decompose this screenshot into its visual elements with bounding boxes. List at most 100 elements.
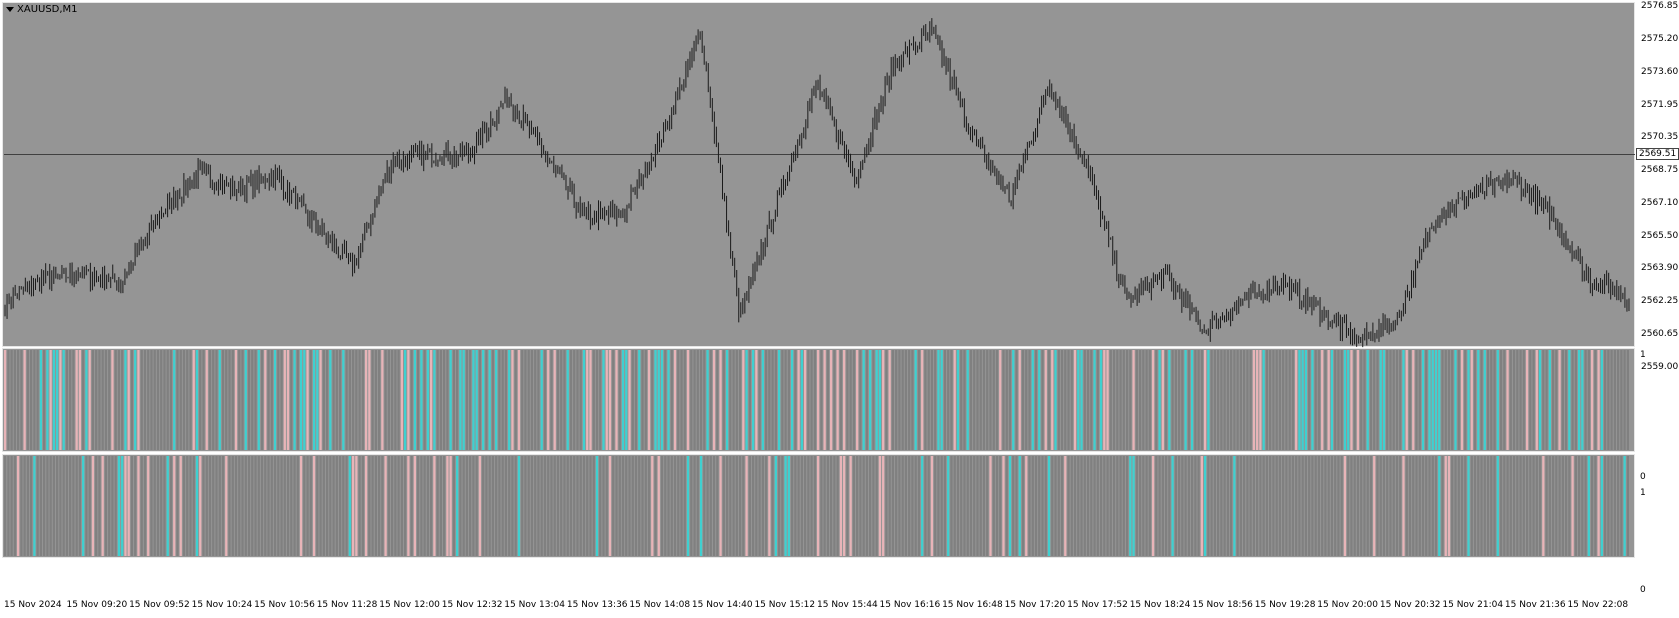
indicator-bar [517,456,521,556]
indicator-bar [59,456,62,556]
symbol-header[interactable]: XAUUSD,M1 [6,4,78,15]
indicator-bar [566,456,569,556]
indicator-bar [1304,350,1308,450]
indicator-bar [641,456,644,556]
indicator-bar [1532,350,1535,450]
indicator-bar [882,350,885,450]
indicator-bar [852,350,856,450]
indicator-bar [1015,350,1018,450]
indicator-bar [758,456,761,556]
indicator-bar [26,456,30,556]
indicator-bar [407,456,410,556]
indicator-bar [108,350,111,450]
indicator-bar [1103,456,1106,556]
indicator-bar [820,350,823,450]
indicator-bar [800,350,803,450]
indicator-bar [225,350,228,450]
indicator-bar [1282,456,1285,556]
indicator-bar [563,350,566,450]
time-tick-label: 15 Nov 20:00 [1317,600,1378,610]
time-tick-label: 15 Nov 16:16 [879,600,941,610]
indicator-bar [1051,350,1054,450]
indicator-bar [1363,456,1366,556]
indicator-bar [39,456,43,556]
chevron-down-icon[interactable] [6,7,14,12]
indicator-bar [1490,456,1493,556]
indicator-bar [1408,456,1412,556]
indicator-bar [556,456,560,556]
indicator-bar [924,350,927,450]
indicator-bar [88,456,91,556]
indicator-bar [1148,350,1151,450]
indicator-bar [1477,350,1480,450]
indicator-2-bars [4,456,1629,556]
indicator-bar [979,350,982,450]
indicator-bar [1308,456,1311,556]
indicator-bar [901,456,904,556]
indicator-bar [631,456,634,556]
indicator-bar [20,456,23,556]
indicator-bar [576,350,579,450]
indicator-bar [1203,456,1207,556]
indicator-bar [1405,456,1408,556]
indicator-bar [1382,350,1386,450]
indicator-bar [979,456,982,556]
indicator-bar [641,350,644,450]
chart-window[interactable]: XAUUSD,M1 2576.85 2575.20 2573.60 2571.95 25… [0,0,1679,618]
indicator-bar [950,456,953,556]
indicator-bar [1460,350,1464,450]
indicator-bar [621,350,625,450]
indicator-bar [738,456,742,556]
indicator-bar [1064,350,1067,450]
indicator-bar [459,350,462,450]
indicator-bar [1220,456,1223,556]
indicator-bar [1099,350,1103,450]
indicator-bar [693,350,696,450]
indicator-bar [394,456,397,556]
indicator-bar [1590,456,1594,556]
indicator-bar [657,456,660,556]
indicator-bar [1184,350,1187,450]
indicator-bar [95,456,98,556]
indicator-bar [1574,456,1577,556]
indicator-bar [1246,350,1249,450]
indicator-bar [592,350,595,450]
indicator-bar [1613,350,1616,450]
indicator-bar [1164,456,1168,556]
indicator-bar [169,350,173,450]
indicator-bar [712,456,716,556]
indicator-bar [4,456,7,556]
indicator-bar [508,456,511,556]
indicator-bar [1093,456,1096,556]
indicator-bar [221,456,225,556]
indicator-bar [1002,350,1005,450]
indicator-bar [660,456,664,556]
indicator-bar [1269,350,1272,450]
price-tick-label: 2562.25 [1641,296,1679,307]
indicator-bar [774,456,777,556]
indicator-bar [1626,456,1629,556]
indicator-bar [491,456,495,556]
indicator-bar [921,350,924,450]
indicator-bar [130,456,134,556]
indicator-bar [319,350,322,450]
indicator-bar [1177,456,1181,556]
indicator-bar [1064,456,1067,556]
indicator-bar [511,350,514,450]
indicator-bar [114,350,117,450]
indicator-bar [869,350,872,450]
indicator-bar [1493,456,1496,556]
indicator-2-top-label: 1 [1640,488,1646,498]
time-tick-label: 15 Nov 14:08 [629,600,691,610]
indicator-bar [1558,350,1561,450]
indicator-bar [1021,456,1025,556]
indicator-bar [862,456,865,556]
indicator-bar [238,350,241,450]
indicator-bar [1044,350,1047,450]
indicator-bar [872,456,875,556]
indicator-bar [251,456,254,556]
indicator-bar [911,350,914,450]
indicator-bar [329,456,332,556]
indicator-bar [716,350,719,450]
time-tick-label: 15 Nov 11:28 [316,600,378,610]
